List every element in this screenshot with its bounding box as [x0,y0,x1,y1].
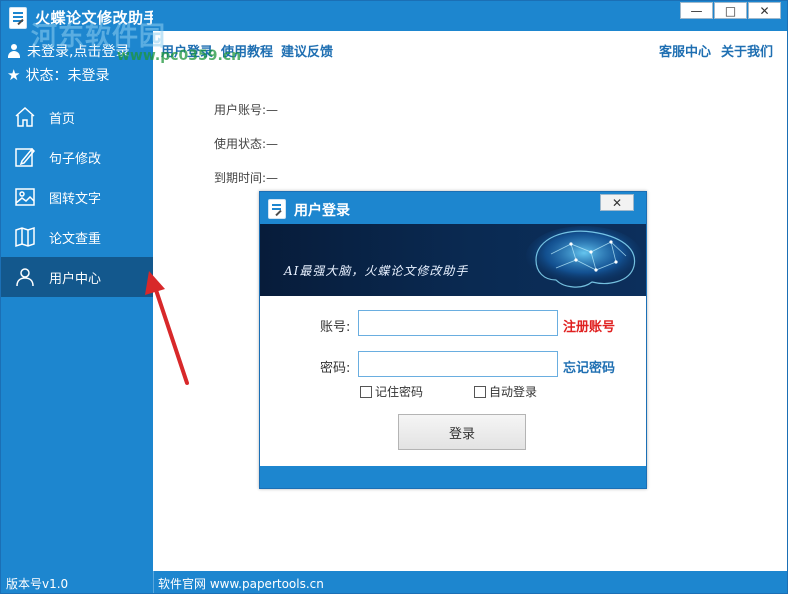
top-bar: — □ ✕ 用户登录 使用教程 建议反馈 客服中心 关于我们 [153,1,787,63]
status-bar: 版本号v1.0 软件官网 www.papertools.cn [1,571,787,593]
top-link-user-login[interactable]: 用户登录 [161,41,213,60]
minimize-button[interactable]: — [680,2,713,19]
dialog-close-button[interactable]: ✕ [600,194,634,211]
auto-login-checkbox[interactable]: 自动登录 [474,383,537,400]
password-label: 密码: [320,361,351,376]
account-label: 账号: [320,320,351,335]
app-logo-icon [9,7,27,29]
register-link[interactable]: 注册账号 [563,316,615,335]
sidebar-item-image-to-text[interactable]: 图转文字 [1,177,153,217]
close-button[interactable]: ✕ [748,2,781,19]
user-status: ★ 状态：未登录 [7,65,109,85]
brain-graphic-icon [526,226,642,288]
status-divider [153,571,154,593]
login-link-label: 未登录,点击登录 [27,44,130,60]
sidebar-item-sentence-edit[interactable]: 句子修改 [1,137,153,177]
login-link[interactable]: 未登录,点击登录 [7,41,129,61]
sidebar-item-plagiarism-check[interactable]: 论文查重 [1,217,153,257]
sidebar-item-label: 用户中心 [49,271,102,287]
banner-slogan: AI最强大脑，火蝶论文修改助手 [284,264,469,278]
user-icon [13,265,37,289]
sidebar-item-home[interactable]: 首页 [1,97,153,137]
checkbox-box[interactable] [474,385,486,398]
top-link-feedback[interactable]: 建议反馈 [281,41,333,60]
top-link-tutorial[interactable]: 使用教程 [221,41,273,60]
sidebar-item-label: 首页 [49,111,76,127]
image-icon [13,185,37,209]
user-icon [7,44,21,58]
dialog-title: 用户登录 [294,203,350,219]
website-label: 软件官网 www.papertools.cn [158,577,324,591]
top-nav-right: 客服中心 关于我们 [659,41,773,60]
dialog-footer [260,466,646,488]
sidebar-item-label: 句子修改 [49,151,102,167]
remember-password-label: 记住密码 [375,385,424,399]
annotation-arrow-icon [145,271,189,385]
top-link-support[interactable]: 客服中心 [659,41,711,60]
password-input[interactable] [358,351,558,377]
window-controls: — □ ✕ [680,2,781,19]
account-input[interactable] [358,310,558,336]
account-info: 用户账号:— [214,103,279,117]
login-dialog: 用户登录 ✕ AI最强大脑，火蝶论文修改助手 账号: 注册账号 密码: 忘记密码… [259,191,647,489]
user-status-label: 状态：未登录 [25,68,110,84]
top-nav-left: 用户登录 使用教程 建议反馈 [161,41,333,60]
forgot-password-link[interactable]: 忘记密码 [563,357,615,376]
sidebar-item-label: 图转文字 [49,191,102,207]
edit-icon [13,145,37,169]
home-icon [13,105,37,129]
dialog-banner: AI最强大脑，火蝶论文修改助手 [260,224,646,296]
sidebar-item-label: 论文查重 [49,231,102,247]
sidebar: 火蝶论文修改助手 v1.0 未登录,点击登录 ★ 状态：未登录 首页 句子修改 [1,1,203,571]
usage-status-info: 使用状态:— [214,137,279,151]
version-label: 版本号v1.0 [6,577,69,591]
sidebar-nav: 首页 句子修改 图转文字 论文查重 用户中心 [1,97,153,297]
app-window: 火蝶论文修改助手 v1.0 未登录,点击登录 ★ 状态：未登录 首页 句子修改 [0,0,788,594]
maximize-button[interactable]: □ [714,2,747,19]
app-logo-icon [268,199,286,219]
checkbox-box[interactable] [360,385,372,398]
star-icon: ★ [7,66,21,84]
auto-login-label: 自动登录 [489,385,538,399]
login-button[interactable]: 登录 [398,414,526,450]
map-icon [13,225,37,249]
user-info: 用户账号:— 使用状态:— 到期时间:— [214,101,278,203]
top-link-about[interactable]: 关于我们 [721,41,773,60]
sidebar-item-user-center[interactable]: 用户中心 [1,257,153,297]
dialog-title-bar: 用户登录 ✕ [260,192,646,224]
remember-password-checkbox[interactable]: 记住密码 [360,383,423,400]
